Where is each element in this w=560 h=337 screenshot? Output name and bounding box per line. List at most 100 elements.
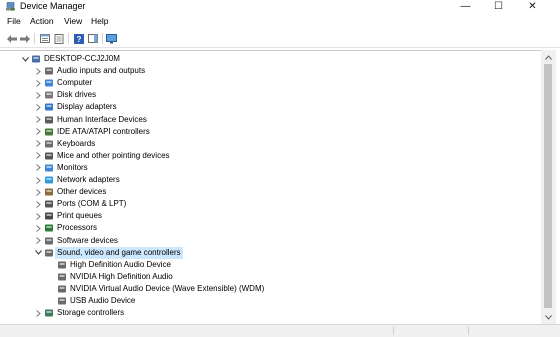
tree-item-label: Processors — [57, 223, 98, 233]
chevron-right-icon[interactable] — [34, 115, 42, 125]
chevron-right-icon[interactable] — [34, 187, 42, 197]
toolbar-separator — [34, 33, 35, 44]
tree-item-human-interface-devices[interactable]: Human Interface Devices — [0, 114, 541, 126]
tree-item-label: Network adapters — [57, 175, 120, 184]
properties-icon[interactable] — [53, 33, 64, 44]
menu-view[interactable]: View — [64, 16, 82, 27]
tree-item-label: Software devices — [57, 235, 118, 245]
tree-item-label: Print queues — [57, 211, 102, 221]
chevron-right-icon[interactable] — [34, 127, 42, 137]
disk-drive-icon — [44, 90, 54, 100]
minimize-button[interactable]: — — [449, 0, 482, 13]
tree-item-other-devices[interactable]: Other devices — [0, 186, 541, 198]
computer-icon — [31, 54, 41, 64]
show-hide-tree-icon[interactable] — [39, 33, 50, 44]
chevron-right-icon[interactable] — [34, 163, 42, 173]
toolbar-separator — [68, 33, 69, 44]
chevron-right-icon[interactable] — [34, 236, 42, 246]
tree-item-nvidia-virtual-audio-device-wave-extensible-wdm[interactable]: NVIDIA Virtual Audio Device (Wave Extens… — [0, 283, 541, 295]
tree-item-usb-audio-device[interactable]: USB Audio Device — [0, 295, 541, 307]
chevron-right-icon[interactable] — [34, 90, 42, 100]
tree-item-label: NVIDIA High Definition Audio — [70, 271, 173, 281]
vertical-scrollbar[interactable] — [541, 50, 556, 324]
chevron-right-icon[interactable] — [34, 139, 42, 149]
tree-item-label: Computer — [57, 78, 93, 88]
chevron-right-icon[interactable] — [34, 66, 42, 76]
tree-item-ports-com-lpt[interactable]: Ports (COM & LPT) — [0, 198, 541, 210]
chevron-right-icon[interactable] — [34, 78, 42, 88]
tree-item-print-queues[interactable]: Print queues — [0, 210, 541, 222]
tree-item-label: Audio inputs and outputs — [57, 66, 146, 76]
speaker-icon — [57, 296, 67, 306]
speaker-icon — [57, 284, 67, 294]
chevron-right-icon[interactable] — [34, 102, 42, 112]
tree-item-sound-video-and-game-controllers[interactable]: Sound, video and game controllers — [0, 246, 541, 259]
forward-arrow-icon[interactable] — [19, 33, 30, 44]
menu-action[interactable]: Action — [30, 16, 54, 27]
device-tree: DESKTOP-CCJ2J0M Audio inputs and outputs C… — [0, 50, 541, 325]
tree-item-label: Monitors — [57, 162, 88, 172]
chevron-right-icon[interactable] — [34, 223, 42, 233]
tree-item-label: Keyboards — [57, 138, 96, 148]
status-separator — [468, 327, 469, 335]
tree-item-label: Ports (COM & LPT) — [57, 199, 127, 209]
tree-item-keyboards[interactable]: Keyboards — [0, 138, 541, 150]
back-arrow-icon[interactable] — [6, 33, 17, 44]
tree-item-label: Mice and other pointing devices — [57, 150, 170, 160]
speaker-icon — [44, 248, 54, 258]
tree-item-storage-controllers[interactable]: Storage controllers — [0, 307, 541, 319]
tree-item-computer[interactable]: Computer — [0, 77, 541, 89]
tree-item-label: NVIDIA Virtual Audio Device (Wave Extens… — [70, 283, 265, 293]
status-bar — [0, 324, 560, 337]
window-title: Device Manager — [20, 1, 86, 11]
toolbar-separator — [102, 33, 103, 44]
chevron-right-icon[interactable] — [34, 151, 42, 161]
menu-help[interactable]: Help — [91, 16, 108, 27]
port-icon — [44, 199, 54, 209]
speaker-icon — [44, 66, 54, 76]
title-bar: Device Manager — ☐ ✕ — [0, 0, 560, 13]
help-icon[interactable]: ? — [73, 33, 84, 44]
tree-item-monitors[interactable]: Monitors — [0, 162, 541, 174]
tree-item-display-adapters[interactable]: Display adapters — [0, 101, 541, 113]
tree-item-label: IDE ATA/ATAPI controllers — [57, 126, 150, 136]
tree-item-label: Sound, video and game controllers — [55, 246, 183, 259]
tree-root[interactable]: DESKTOP-CCJ2J0M — [0, 53, 541, 65]
tree-item-label: Disk drives — [57, 90, 97, 100]
svg-text:?: ? — [76, 35, 81, 44]
chevron-down-icon[interactable] — [34, 248, 42, 258]
chevron-down-icon[interactable] — [21, 54, 29, 64]
chevron-right-icon[interactable] — [34, 199, 42, 209]
menu-file[interactable]: File — [7, 16, 21, 27]
chevron-right-icon[interactable] — [34, 308, 42, 318]
status-separator — [393, 327, 394, 335]
tree-item-ide-ata-atapi-controllers[interactable]: IDE ATA/ATAPI controllers — [0, 126, 541, 138]
tree-item-processors[interactable]: Processors — [0, 222, 541, 234]
scroll-thumb[interactable] — [544, 64, 552, 308]
tree-item-nvidia-high-definition-audio[interactable]: NVIDIA High Definition Audio — [0, 271, 541, 283]
scroll-up-icon[interactable] — [543, 52, 554, 62]
ide-controller-icon — [44, 127, 54, 137]
menu-bar: File Action View Help — [0, 15, 560, 28]
maximize-button[interactable]: ☐ — [482, 0, 515, 13]
tree-item-label: Display adapters — [57, 102, 117, 112]
processor-icon — [44, 223, 54, 233]
tree-item-network-adapters[interactable]: Network adapters — [0, 174, 541, 186]
network-adapter-icon — [44, 175, 54, 185]
tree-item-high-definition-audio-device[interactable]: High Definition Audio Device — [0, 259, 541, 271]
tree-item-disk-drives[interactable]: Disk drives — [0, 89, 541, 101]
tree-item-label: High Definition Audio Device — [70, 259, 171, 269]
scroll-down-icon[interactable] — [543, 312, 554, 322]
tree-item-label: DESKTOP-CCJ2J0M — [44, 54, 120, 63]
chevron-right-icon[interactable] — [34, 211, 42, 221]
chevron-right-icon[interactable] — [34, 175, 42, 185]
action-pane-icon[interactable] — [87, 33, 98, 44]
close-button[interactable]: ✕ — [515, 0, 550, 13]
tree-item-software-devices[interactable]: Software devices — [0, 235, 541, 247]
other-devices-icon — [44, 187, 54, 197]
tree-item-mice-and-other-pointing-devices[interactable]: Mice and other pointing devices — [0, 150, 541, 162]
scan-hardware-icon[interactable] — [106, 33, 117, 44]
tree-item-audio-inputs-and-outputs[interactable]: Audio inputs and outputs — [0, 65, 541, 77]
tree-item-label: Storage controllers — [57, 308, 125, 318]
speaker-icon — [57, 260, 67, 270]
